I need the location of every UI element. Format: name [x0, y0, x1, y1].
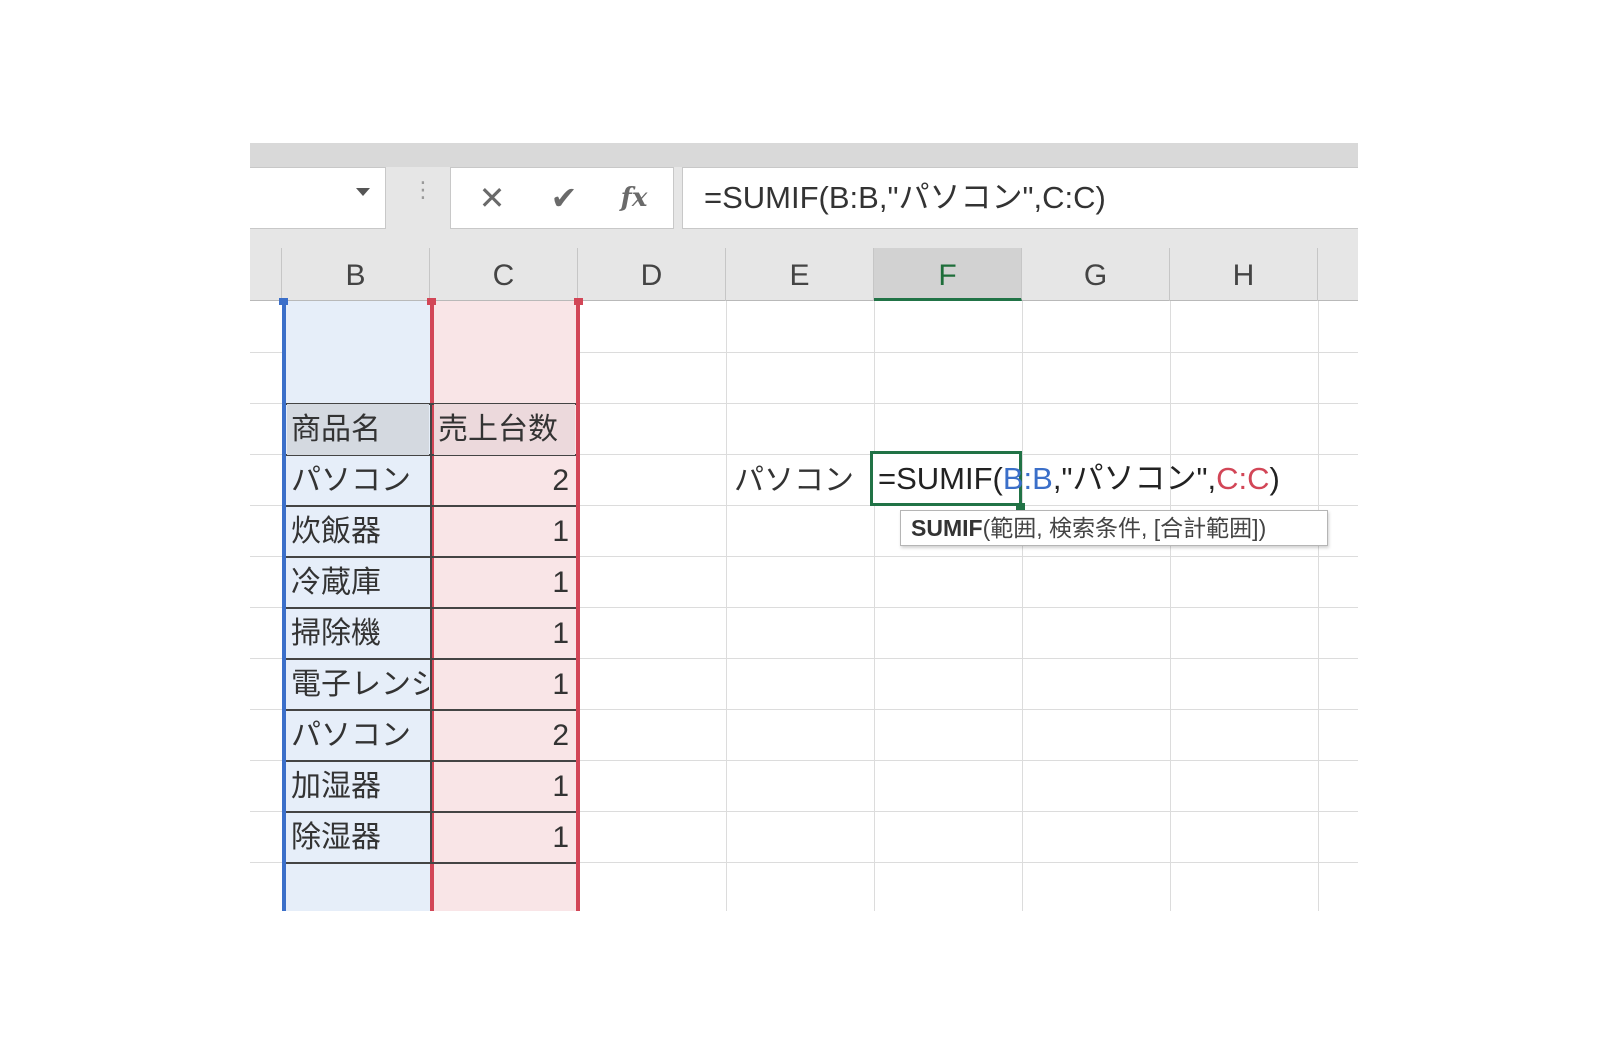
table-header-product[interactable]: 商品名 — [287, 404, 429, 455]
product-cell[interactable]: 掃除機 — [287, 608, 429, 659]
range-handle-b[interactable] — [279, 298, 288, 305]
function-tooltip[interactable]: SUMIF(範囲, 検索条件, [合計範囲]) — [900, 510, 1328, 546]
cancel-icon[interactable]: ✕ — [472, 178, 512, 218]
column-header-a-edge[interactable] — [250, 248, 282, 301]
col-line — [726, 301, 727, 911]
product-cell[interactable]: 炊飯器 — [287, 506, 429, 557]
sales-cell[interactable]: 2 — [434, 455, 575, 506]
product-cell[interactable]: パソコン — [287, 710, 429, 761]
product-cell[interactable]: 加湿器 — [287, 761, 429, 812]
formula-prefix: =SUMIF( — [878, 461, 1003, 496]
col-line — [1022, 301, 1023, 911]
formula-criteria: ,"パソコン", — [1052, 461, 1217, 496]
product-cell[interactable]: パソコン — [287, 455, 429, 506]
product-cell[interactable]: 冷蔵庫 — [287, 557, 429, 608]
sales-cell[interactable]: 1 — [434, 659, 575, 710]
criteria-cell[interactable]: パソコン — [730, 455, 870, 506]
sales-cell[interactable]: 2 — [434, 710, 575, 761]
formula-text[interactable]: =SUMIF(B:B,"パソコン",C:C) — [704, 174, 1106, 222]
column-header-c[interactable]: C — [430, 248, 578, 301]
column-header-b[interactable]: B — [282, 248, 430, 301]
product-cell[interactable]: 除湿器 — [287, 812, 429, 863]
sales-cell[interactable]: 1 — [434, 506, 575, 557]
column-header-d[interactable]: D — [578, 248, 726, 301]
sales-cell[interactable]: 1 — [434, 557, 575, 608]
product-cell[interactable]: 電子レンジ — [287, 659, 429, 710]
sales-cell[interactable]: 1 — [434, 761, 575, 812]
tooltip-function-name[interactable]: SUMIF — [911, 515, 983, 541]
tooltip-args: (範囲, 検索条件, [合計範囲]) — [982, 515, 1267, 541]
column-header-g[interactable]: G — [1022, 248, 1170, 301]
grip-icon[interactable]: ⋮ — [412, 180, 434, 202]
sales-cell[interactable]: 1 — [434, 812, 575, 863]
name-box-dropdown-icon[interactable] — [356, 188, 370, 196]
range-handle-c-right[interactable] — [574, 298, 583, 305]
range-handle-c-left[interactable] — [427, 298, 436, 305]
column-header-f[interactable]: F — [874, 248, 1022, 301]
enter-icon[interactable]: ✔ — [544, 178, 584, 218]
formula-range-ref: B:B — [1002, 461, 1053, 496]
col-line — [874, 301, 875, 911]
insert-function-icon[interactable]: fx — [614, 178, 654, 218]
table-header-sales[interactable]: 売上台数 — [434, 404, 575, 455]
formula-suffix: ) — [1269, 461, 1280, 496]
ribbon-edge — [250, 143, 1358, 167]
table-border — [430, 403, 432, 864]
col-line — [1170, 301, 1171, 911]
column-header-h[interactable]: H — [1170, 248, 1318, 301]
name-box[interactable] — [250, 167, 386, 229]
column-header-e[interactable]: E — [726, 248, 874, 301]
cell-editor-text[interactable]: =SUMIF(B:B,"パソコン",C:C) — [878, 454, 1280, 504]
formula-sum-ref: C:C — [1216, 461, 1270, 496]
col-line — [1318, 301, 1319, 911]
sales-cell[interactable]: 1 — [434, 608, 575, 659]
fx-label: fx — [620, 183, 648, 213]
